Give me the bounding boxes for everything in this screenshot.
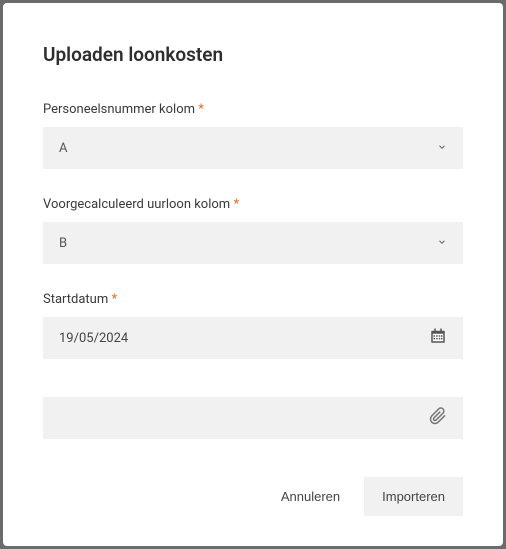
required-marker: * bbox=[198, 102, 204, 117]
start-date-input[interactable]: 19/05/2024 bbox=[43, 317, 463, 359]
start-date-label: Startdatum * bbox=[43, 292, 463, 307]
select-value: A bbox=[59, 141, 67, 156]
label-text: Voorgecalculeerd uurloon kolom bbox=[43, 197, 230, 212]
precalculated-wage-select[interactable]: B bbox=[43, 222, 463, 264]
label-text: Personeelsnummer kolom bbox=[43, 102, 195, 117]
required-marker: * bbox=[111, 292, 117, 307]
calendar-icon[interactable] bbox=[429, 327, 447, 349]
precalculated-wage-label: Voorgecalculeerd uurloon kolom * bbox=[43, 197, 463, 212]
select-value: B bbox=[59, 236, 67, 251]
chevron-down-icon bbox=[437, 236, 447, 251]
file-upload-input[interactable] bbox=[43, 397, 463, 439]
start-date-field: Startdatum * 19/05/2024 bbox=[43, 292, 463, 359]
precalculated-wage-field: Voorgecalculeerd uurloon kolom * B bbox=[43, 197, 463, 264]
personnel-number-label: Personeelsnummer kolom * bbox=[43, 102, 463, 117]
label-text: Startdatum bbox=[43, 292, 108, 307]
modal-footer: Annuleren Importeren bbox=[43, 477, 463, 516]
cancel-button[interactable]: Annuleren bbox=[275, 479, 346, 514]
required-marker: * bbox=[233, 197, 239, 212]
modal-title: Uploaden loonkosten bbox=[43, 43, 463, 66]
paperclip-icon bbox=[429, 407, 447, 429]
chevron-down-icon bbox=[437, 141, 447, 156]
import-button[interactable]: Importeren bbox=[364, 477, 463, 516]
upload-wage-costs-modal: Uploaden loonkosten Personeelsnummer kol… bbox=[3, 3, 503, 546]
personnel-number-select[interactable]: A bbox=[43, 127, 463, 169]
date-value: 19/05/2024 bbox=[59, 331, 429, 346]
personnel-number-field: Personeelsnummer kolom * A bbox=[43, 102, 463, 169]
